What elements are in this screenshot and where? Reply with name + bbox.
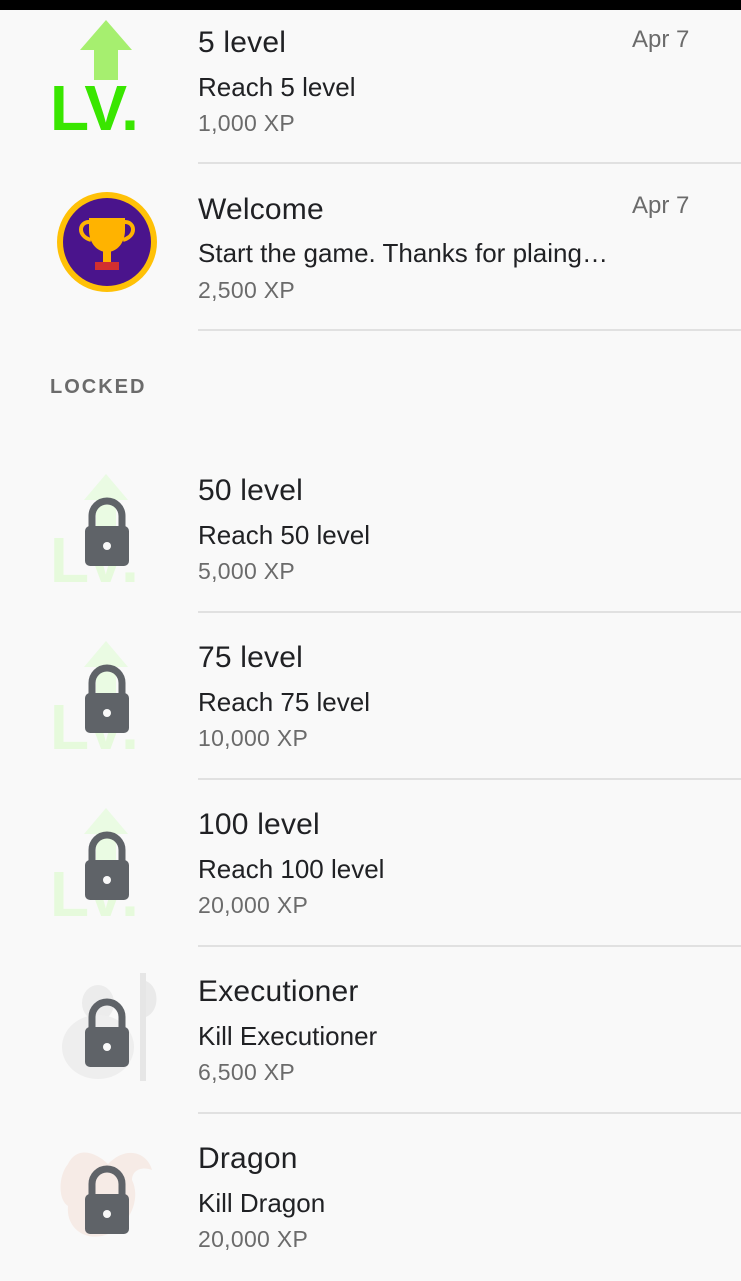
divider: [198, 329, 741, 331]
achievement-date: Apr 7: [632, 192, 690, 219]
achievement-item-welcome[interactable]: Welcome Start the game. Thanks for plain…: [0, 166, 741, 333]
achievement-item-50-level[interactable]: LV. 50 level Reach 50 level 5,000 XP: [0, 446, 741, 613]
achievement-item-75-level[interactable]: LV. 75 level Reach 75 level 10,000 XP: [0, 613, 741, 780]
achievement-description: Start the game. Thanks for plaing…: [198, 238, 608, 268]
locked-level-icon: LV.: [48, 633, 166, 751]
achievement-title: 100 level: [198, 808, 320, 841]
svg-text:LV.: LV.: [50, 72, 139, 132]
achievement-description: Reach 75 level: [198, 687, 370, 717]
achievement-xp: 20,000 XP: [198, 1226, 309, 1252]
level-up-icon: LV.: [48, 14, 166, 132]
achievement-title: 5 level: [198, 26, 287, 59]
achievement-title: Dragon: [198, 1142, 298, 1175]
achievement-title: 50 level: [198, 474, 304, 507]
achievement-xp: 10,000 XP: [198, 725, 309, 751]
locked-level-icon: LV.: [48, 800, 166, 918]
locked-level-icon: LV.: [48, 466, 166, 584]
achievement-description: Kill Dragon: [198, 1188, 326, 1218]
achievement-title: Executioner: [198, 975, 359, 1008]
achievement-xp: 2,500 XP: [198, 277, 296, 303]
achievement-description: Reach 50 level: [198, 520, 370, 550]
achievement-date: Apr 7: [632, 26, 690, 53]
achievement-item-100-level[interactable]: LV. 100 level Reach 100 level 20,000 XP: [0, 780, 741, 947]
achievement-item-dragon[interactable]: Dragon Kill Dragon 20,000 XP: [0, 1114, 741, 1281]
achievement-xp: 5,000 XP: [198, 558, 296, 584]
achievement-xp: 20,000 XP: [198, 892, 309, 918]
divider: [198, 162, 741, 164]
trophy-icon: [48, 192, 166, 310]
achievement-item-executioner[interactable]: Executioner Kill Executioner 6,500 XP: [0, 947, 741, 1114]
locked-section-header: LOCKED: [50, 376, 147, 398]
achievement-xp: 6,500 XP: [198, 1059, 296, 1085]
locked-executioner-icon: [48, 967, 166, 1085]
achievement-xp: 1,000 XP: [198, 110, 296, 136]
achievement-description: Kill Executioner: [198, 1021, 378, 1051]
achievement-description: Reach 5 level: [198, 72, 356, 102]
achievement-description: Reach 100 level: [198, 854, 385, 884]
locked-dragon-icon: [48, 1134, 166, 1252]
achievement-title: Welcome: [198, 193, 324, 226]
achievement-item-5-level[interactable]: LV. 5 level Reach 5 level 1,000 XP Apr 7: [0, 0, 741, 167]
achievement-title: 75 level: [198, 641, 304, 674]
